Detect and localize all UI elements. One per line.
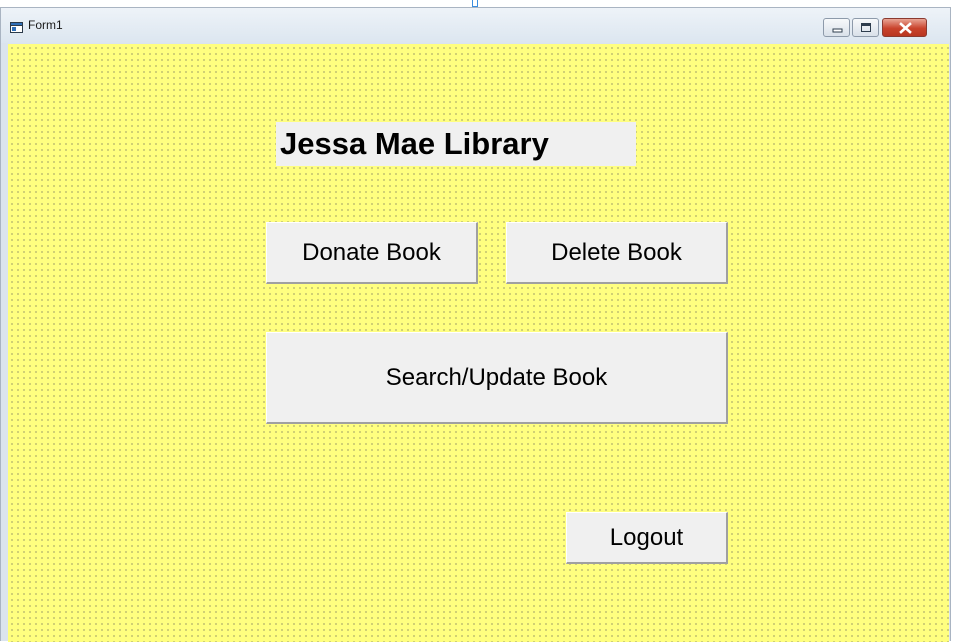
close-button[interactable] [882,18,927,37]
close-icon [899,22,912,34]
maximize-icon [861,23,871,32]
donate-book-button[interactable]: Donate Book [266,222,478,284]
minimize-button[interactable] [823,18,850,37]
form-client-area: Jessa Mae Library Donate Book Delete Boo… [8,44,949,642]
library-title-label: Jessa Mae Library [276,122,636,166]
delete-book-button[interactable]: Delete Book [506,222,728,284]
form-window: Form1 Jessa Mae Library Donate Book Dele… [0,7,951,642]
search-update-book-button[interactable]: Search/Update Book [266,332,728,424]
logout-button[interactable]: Logout [566,512,728,564]
maximize-button[interactable] [852,18,879,37]
title-bar[interactable]: Form1 [1,8,950,43]
minimize-icon [832,28,843,33]
window-title: Form1 [28,18,63,32]
design-anchor-marker [472,0,478,7]
form-icon [10,20,23,33]
